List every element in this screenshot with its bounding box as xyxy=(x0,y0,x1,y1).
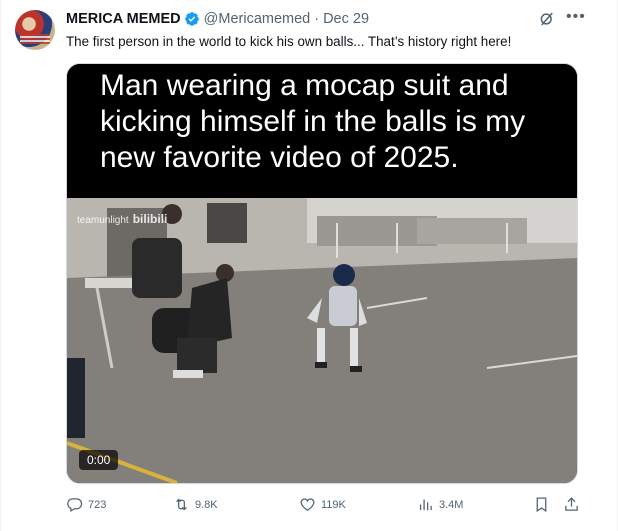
views-count: 3.4M xyxy=(439,498,464,511)
more-icon[interactable]: ••• xyxy=(566,9,585,28)
caption-band: Man wearing a mocap suit and kicking him… xyxy=(67,64,577,198)
share-button[interactable] xyxy=(563,496,585,513)
tweet-header: MERICA MEMED @Mericamemed · Dec 29 xyxy=(66,10,369,28)
avatar-flag-pattern xyxy=(20,34,50,44)
grok-icon[interactable] xyxy=(538,10,556,28)
tweet-date[interactable]: Dec 29 xyxy=(323,11,369,27)
author-handle[interactable]: @Mericamemed xyxy=(204,11,311,27)
views-icon xyxy=(419,499,432,511)
like-button[interactable]: 119K xyxy=(299,496,346,513)
video-watermark: teamunlight bilibili xyxy=(77,212,168,226)
header-separator: · xyxy=(314,11,320,27)
reply-button[interactable]: 723 xyxy=(66,496,106,513)
video-timestamp: 0:00 xyxy=(79,450,119,470)
verified-badge-icon xyxy=(184,11,200,27)
repost-count: 9.8K xyxy=(195,498,218,511)
like-icon xyxy=(300,498,315,511)
video-player[interactable]: Man wearing a mocap suit and kicking him… xyxy=(66,63,578,484)
timeline-border-left xyxy=(0,0,1,531)
video-frame xyxy=(67,198,577,483)
bookmark-button[interactable] xyxy=(533,496,555,513)
share-icon xyxy=(565,497,578,511)
views-button[interactable]: 3.4M xyxy=(417,496,463,513)
tweet-text: The first person in the world to kick hi… xyxy=(66,34,512,49)
reply-count: 723 xyxy=(88,498,107,511)
repost-button[interactable]: 9.8K xyxy=(173,496,218,513)
author-display-name[interactable]: MERICA MEMED xyxy=(66,11,181,27)
reply-icon xyxy=(67,498,83,513)
repost-icon xyxy=(176,498,187,511)
video-caption: Man wearing a mocap suit and kicking him… xyxy=(100,69,526,174)
action-bar: 723 9.8K 119K 3.4M xyxy=(66,496,586,516)
like-count: 119K xyxy=(321,498,346,511)
bookmark-icon xyxy=(536,497,547,513)
avatar[interactable] xyxy=(15,10,55,50)
